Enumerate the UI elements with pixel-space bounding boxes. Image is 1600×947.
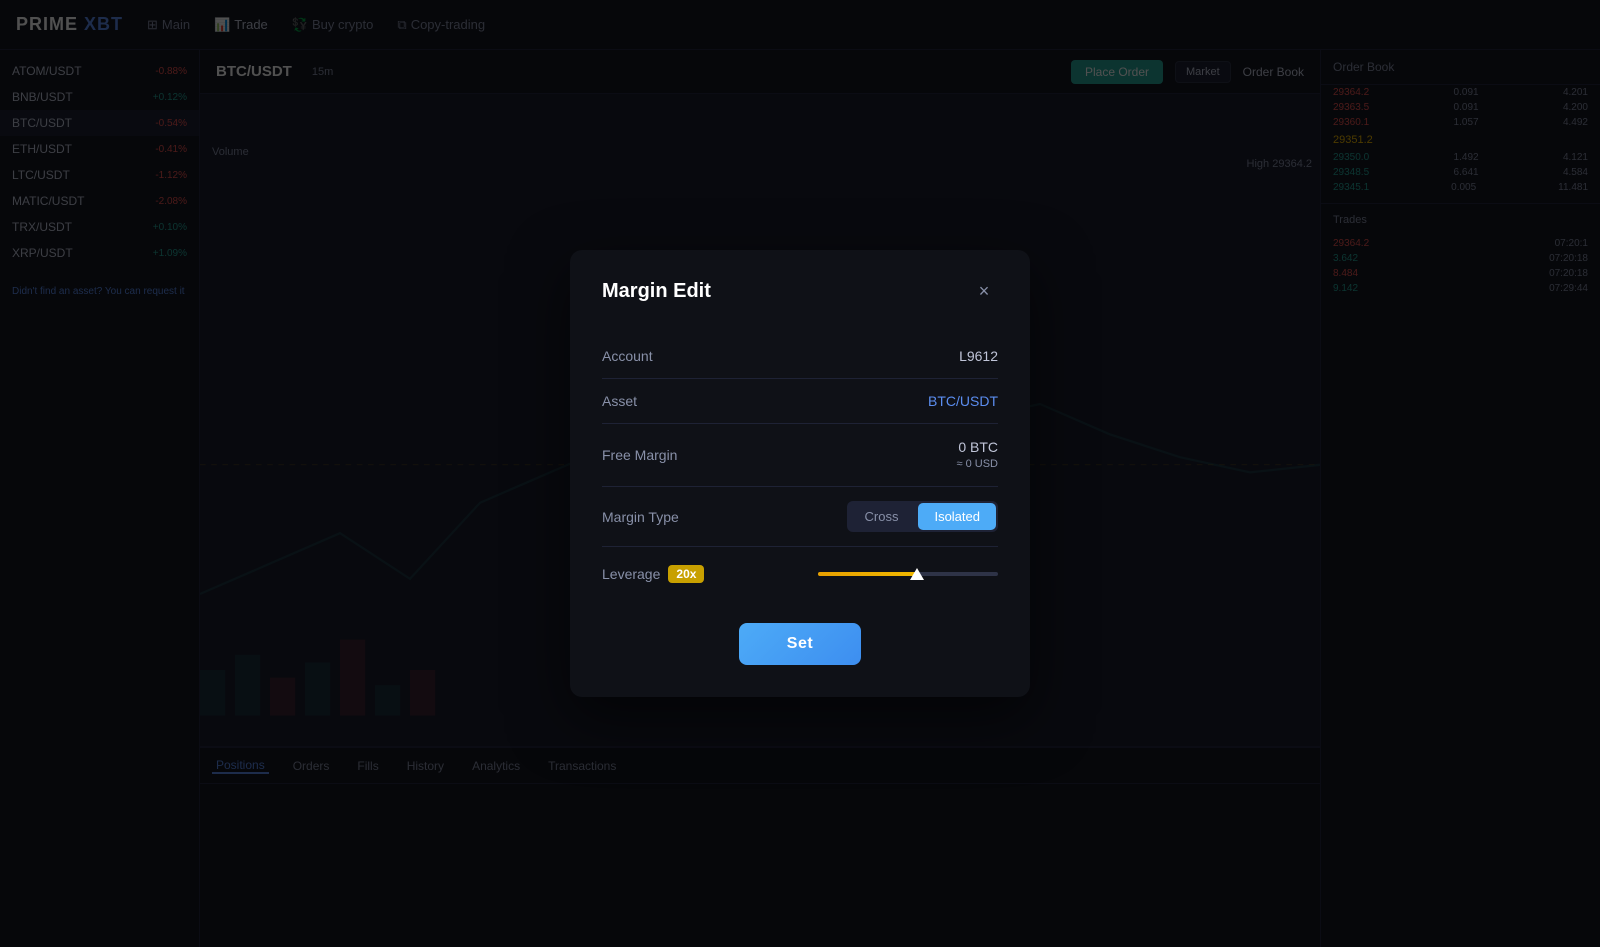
leverage-left: Leverage 20x — [602, 565, 704, 583]
margin-edit-modal: Margin Edit × Account L9612 Asset BTC/US… — [570, 250, 1030, 698]
modal-close-button[interactable]: × — [970, 278, 998, 306]
modal-title: Margin Edit — [602, 280, 711, 303]
account-label: Account — [602, 348, 653, 364]
leverage-label: Leverage — [602, 566, 660, 582]
free-margin-value: 0 BTC ≈ 0 USD — [957, 438, 999, 473]
asset-value: BTC/USDT — [928, 393, 998, 409]
isolated-button[interactable]: Isolated — [918, 503, 996, 530]
slider-thumb[interactable] — [910, 568, 924, 580]
set-button[interactable]: Set — [739, 623, 861, 665]
slider-track — [818, 572, 998, 576]
margin-type-label: Margin Type — [602, 509, 679, 525]
free-margin-row: Free Margin 0 BTC ≈ 0 USD — [602, 424, 998, 488]
margin-type-group: Cross Isolated — [847, 501, 999, 532]
cross-button[interactable]: Cross — [849, 503, 915, 530]
asset-label: Asset — [602, 393, 637, 409]
leverage-row: Leverage 20x — [602, 547, 998, 591]
account-value: L9612 — [959, 348, 998, 364]
set-button-container: Set — [602, 623, 998, 665]
free-margin-label: Free Margin — [602, 447, 677, 463]
asset-row: Asset BTC/USDT — [602, 379, 998, 424]
leverage-value: 20x — [668, 565, 704, 583]
modal-header: Margin Edit × — [602, 278, 998, 306]
margin-type-row: Margin Type Cross Isolated — [602, 487, 998, 547]
slider-fill — [818, 572, 917, 576]
account-row: Account L9612 — [602, 334, 998, 379]
modal-overlay: Margin Edit × Account L9612 Asset BTC/US… — [0, 0, 1600, 947]
leverage-slider[interactable] — [818, 572, 998, 576]
